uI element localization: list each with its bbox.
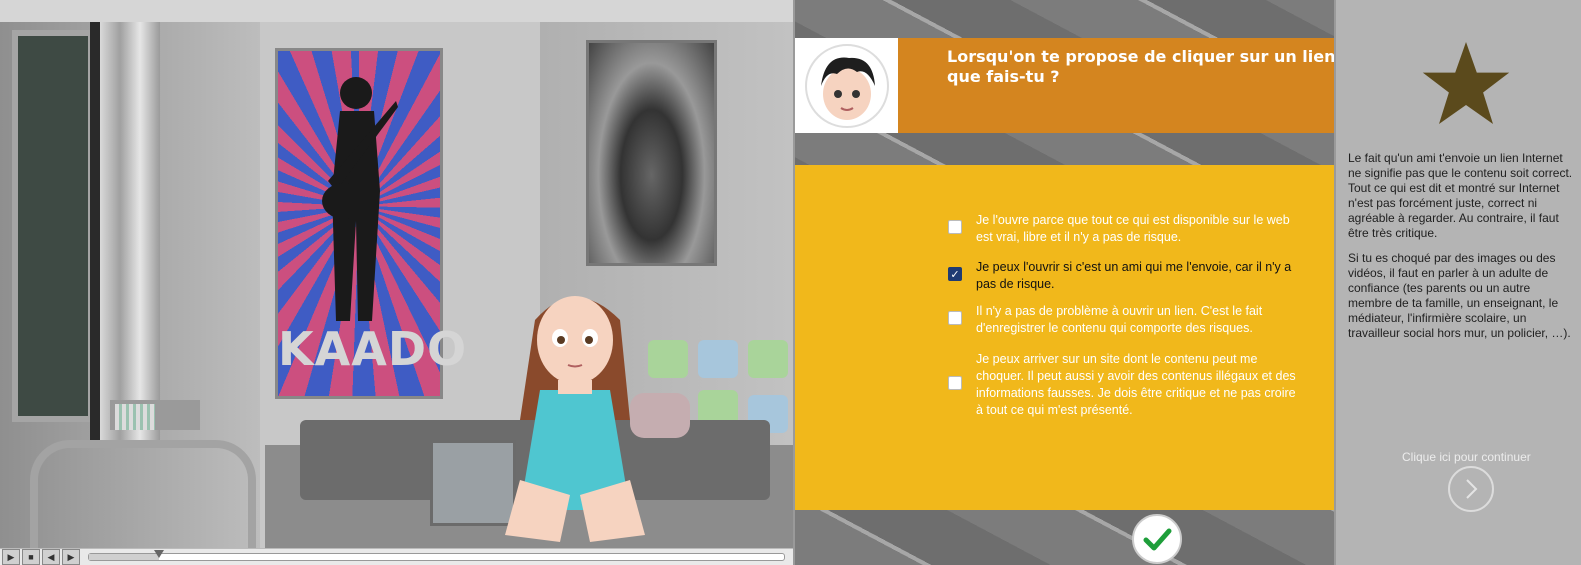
seek-handle[interactable] — [153, 550, 164, 558]
seek-bar[interactable] — [88, 550, 785, 561]
question-line-1: Lorsqu'on te propose de cliquer sur un l… — [947, 47, 1334, 66]
answer-checkbox-1[interactable] — [948, 220, 962, 234]
star-icon — [1422, 42, 1510, 124]
next-button[interactable] — [1448, 466, 1494, 512]
rewind-icon: ◀ — [47, 551, 55, 562]
answer-text-3: Il n'y a pas de problème à ouvrir un lie… — [976, 304, 1263, 335]
answer-text-4: Je peux arriver sur un site dont le cont… — [976, 352, 1296, 417]
answer-text-1: Je l'ouvre parce que tout ce qui est dis… — [976, 213, 1290, 244]
feedback-paragraph-2: Si tu es choqué par des images ou des vi… — [1348, 251, 1571, 340]
play-icon: ▶ — [7, 551, 15, 562]
chevron-right-icon — [1466, 479, 1478, 499]
chair — [30, 440, 256, 565]
answer-option-3[interactable]: Il n'y a pas de problème à ouvrir un lie… — [948, 303, 1296, 337]
feedback-text: Le fait qu'un ami t'envoie un lien Inter… — [1348, 151, 1576, 351]
video-controls: ▶ ■ ◀ ▶ — [0, 548, 793, 565]
answer-checkbox-3[interactable] — [948, 311, 962, 325]
guitarist-silhouette — [322, 77, 398, 321]
answer-option-2[interactable]: ✓ Je peux l'ouvrir si c'est un ami qui m… — [948, 259, 1296, 293]
curtain — [100, 0, 160, 440]
answer-option-4[interactable]: Je peux arriver sur un site dont le cont… — [948, 351, 1296, 419]
answer-checkbox-4[interactable] — [948, 376, 962, 390]
kaado-poster: KAADO — [275, 48, 468, 399]
question-line-2: que fais-tu ? — [947, 67, 1060, 86]
play-button[interactable]: ▶ — [2, 549, 20, 565]
books — [115, 404, 155, 430]
girl-character — [505, 296, 645, 542]
seek-progress — [89, 554, 159, 560]
checkmark-icon: ✓ — [950, 268, 960, 281]
continue-link[interactable]: Clique ici pour continuer — [1402, 450, 1531, 464]
forward-button[interactable]: ▶ — [62, 549, 80, 565]
answer-text-2: Je peux l'ouvrir si c'est un ami qui me … — [976, 260, 1292, 291]
tunnel-poster — [586, 40, 717, 266]
feedback-paragraph-1: Le fait qu'un ami t'envoie un lien Inter… — [1348, 151, 1573, 240]
forward-icon: ▶ — [67, 551, 75, 562]
window — [12, 30, 94, 422]
avatar — [805, 44, 889, 128]
boy-avatar-icon — [821, 57, 875, 120]
validate-button[interactable] — [1132, 514, 1182, 564]
quiz-panel: Lorsqu'on te propose de cliquer sur un l… — [795, 0, 1334, 565]
answer-option-1[interactable]: Je l'ouvre parce que tout ce qui est dis… — [948, 212, 1296, 246]
rewind-button[interactable]: ◀ — [42, 549, 60, 565]
check-icon — [1143, 528, 1172, 551]
ceiling — [0, 0, 793, 22]
video-scene: KAADO ▶ ■ ◀ ▶ — [0, 0, 793, 565]
feedback-panel: Le fait qu'un ami t'envoie un lien Inter… — [1336, 0, 1581, 565]
answer-checkbox-2[interactable]: ✓ — [948, 267, 962, 281]
stop-icon: ■ — [28, 552, 34, 562]
poster-text: KAADO — [278, 322, 468, 376]
question-text: Lorsqu'on te propose de cliquer sur un l… — [947, 47, 1334, 87]
stop-button[interactable]: ■ — [22, 549, 40, 565]
avatar-box — [795, 38, 898, 133]
